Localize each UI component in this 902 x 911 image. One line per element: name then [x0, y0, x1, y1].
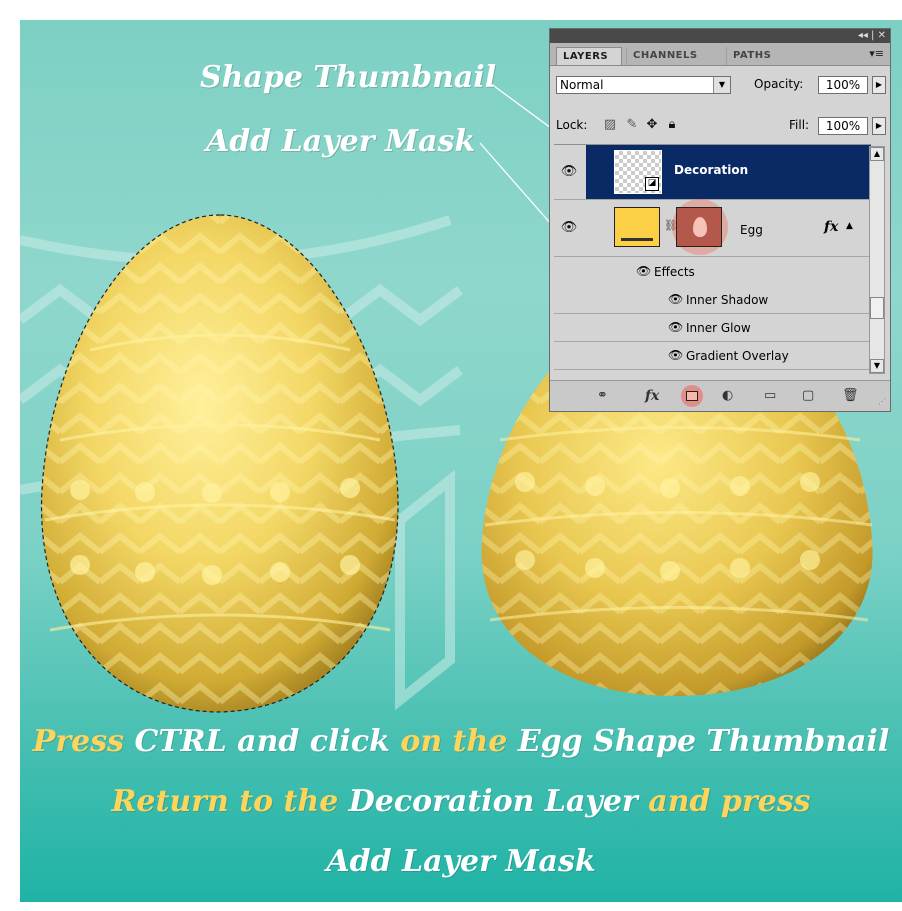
- adjustment-layer-icon[interactable]: ◐: [722, 387, 733, 405]
- scroll-up-arrow-icon[interactable]: ▲: [870, 147, 884, 161]
- fill-label: Fill:: [789, 118, 810, 132]
- visibility-eye-icon[interactable]: 👁︎: [636, 264, 651, 278]
- effects-group-row[interactable]: 👁︎ Effects: [554, 258, 871, 286]
- blend-mode-select[interactable]: Normal ▼: [556, 76, 731, 94]
- visibility-eye-icon[interactable]: 👁︎: [668, 348, 683, 362]
- lock-all-icon[interactable]: 🔒︎: [664, 117, 680, 133]
- effect-row-inner-glow[interactable]: 👁︎ Inner Glow: [554, 314, 871, 342]
- lock-transparency-icon[interactable]: ▨: [602, 117, 618, 133]
- effect-label: Gradient Overlay: [686, 349, 789, 363]
- link-layers-icon[interactable]: ⚭: [597, 387, 608, 405]
- layer-list-scrollbar[interactable]: ▲ ▼: [869, 146, 885, 374]
- collapse-effects-arrow-icon[interactable]: ▲: [846, 221, 853, 231]
- add-layer-mask-icon[interactable]: [681, 385, 703, 407]
- left-egg: [40, 214, 399, 713]
- instruction-segment: on the: [400, 724, 518, 759]
- add-layer-mask-annotation: Add Layer Mask: [206, 124, 476, 159]
- new-layer-icon[interactable]: ▢: [802, 387, 814, 405]
- effect-row-inner-shadow[interactable]: 👁︎ Inner Shadow: [554, 286, 871, 314]
- instruction-segment: CTRL and click: [134, 724, 401, 759]
- resize-grip-icon[interactable]: ⋰: [878, 393, 886, 411]
- egg-shape-icon: [693, 217, 707, 237]
- effect-row-gradient-overlay[interactable]: 👁︎ Gradient Overlay: [554, 342, 871, 370]
- layer-name-decoration[interactable]: Decoration: [674, 163, 748, 177]
- effect-label: Inner Shadow: [686, 293, 769, 307]
- lock-label: Lock:: [556, 118, 588, 132]
- layer-list: 👁︎ ◪ Decoration 👁︎ ⛓ Egg fx ▲ 👁︎ Effects…: [554, 144, 871, 377]
- instruction-segment: Add Layer Mask: [326, 844, 596, 879]
- instruction-segment: Return to the: [111, 784, 349, 819]
- scroll-thumb[interactable]: [870, 297, 884, 319]
- blend-row: Normal ▼ Opacity: 100% ▶: [556, 74, 886, 96]
- instruction-line-1: Press CTRL and click on the Egg Shape Th…: [20, 724, 902, 759]
- layer-row-egg[interactable]: 👁︎ ⛓ Egg fx ▲: [554, 199, 871, 257]
- egg-fill-thumbnail[interactable]: [614, 207, 660, 247]
- layer-effects-fx-icon[interactable]: fx: [824, 219, 838, 235]
- layer-row-decoration[interactable]: 👁︎ ◪ Decoration: [554, 145, 871, 200]
- lock-position-move-icon[interactable]: ✥: [644, 117, 660, 133]
- panel-tabs: LAYERS CHANNELS PATHS ▾≡: [550, 43, 890, 66]
- tab-channels[interactable]: CHANNELS: [626, 47, 719, 65]
- blend-mode-value: Normal: [560, 78, 604, 92]
- tab-layers[interactable]: LAYERS: [556, 47, 622, 65]
- layer-name-egg[interactable]: Egg: [740, 223, 763, 237]
- panel-collapse-close-controls[interactable]: ◂◂ | ✕: [858, 29, 886, 43]
- opacity-slider-arrow-icon[interactable]: ▶: [872, 76, 886, 94]
- visibility-eye-icon[interactable]: 👁︎: [668, 320, 683, 334]
- opacity-input[interactable]: 100%: [818, 76, 868, 94]
- panel-bottom-bar: ⚭ fx ◐ ▭ ▢ 🗑︎ ⋰: [550, 380, 890, 411]
- new-group-folder-icon[interactable]: ▭: [764, 387, 776, 405]
- smart-object-badge-icon: ◪: [645, 177, 659, 191]
- decoration-layer-thumbnail[interactable]: ◪: [614, 150, 662, 194]
- fill-slider-arrow-icon[interactable]: ▶: [872, 117, 886, 135]
- shape-thumbnail-annotation: Shape Thumbnail: [200, 60, 497, 95]
- lock-row: Lock: ▨ ✎ ✥ 🔒︎ Fill: 100% ▶: [556, 115, 886, 137]
- instruction-segment: and press: [648, 784, 811, 819]
- visibility-eye-icon[interactable]: 👁︎: [558, 219, 580, 237]
- effects-label: Effects: [654, 265, 695, 279]
- scroll-down-arrow-icon[interactable]: ▼: [870, 359, 884, 373]
- instruction-line-2: Return to the Decoration Layer and press: [20, 784, 902, 819]
- lock-pixels-brush-icon[interactable]: ✎: [624, 117, 640, 133]
- egg-shape-thumbnail[interactable]: [676, 207, 722, 247]
- trash-icon[interactable]: 🗑︎: [842, 387, 859, 405]
- visibility-eye-icon[interactable]: 👁︎: [558, 163, 580, 181]
- instruction-segment: Decoration Layer: [348, 784, 649, 819]
- visibility-eye-icon[interactable]: 👁︎: [668, 292, 683, 306]
- tab-paths[interactable]: PATHS: [726, 47, 786, 65]
- panel-menu-icon[interactable]: ▾≡: [869, 47, 884, 60]
- instruction-segment: Egg Shape Thumbnail: [517, 724, 890, 759]
- add-layer-style-fx-icon[interactable]: fx: [645, 387, 659, 405]
- instruction-line-3: Add Layer Mask: [20, 844, 902, 879]
- panel-titlebar: ◂◂ | ✕: [550, 29, 890, 43]
- fill-input[interactable]: 100%: [818, 117, 868, 135]
- dropdown-arrow-icon[interactable]: ▼: [713, 77, 730, 93]
- layers-panel: ◂◂ | ✕ LAYERS CHANNELS PATHS ▾≡ Normal ▼…: [549, 28, 891, 412]
- opacity-label: Opacity:: [754, 77, 804, 91]
- effect-label: Inner Glow: [686, 321, 751, 335]
- instruction-segment: Press: [32, 724, 135, 759]
